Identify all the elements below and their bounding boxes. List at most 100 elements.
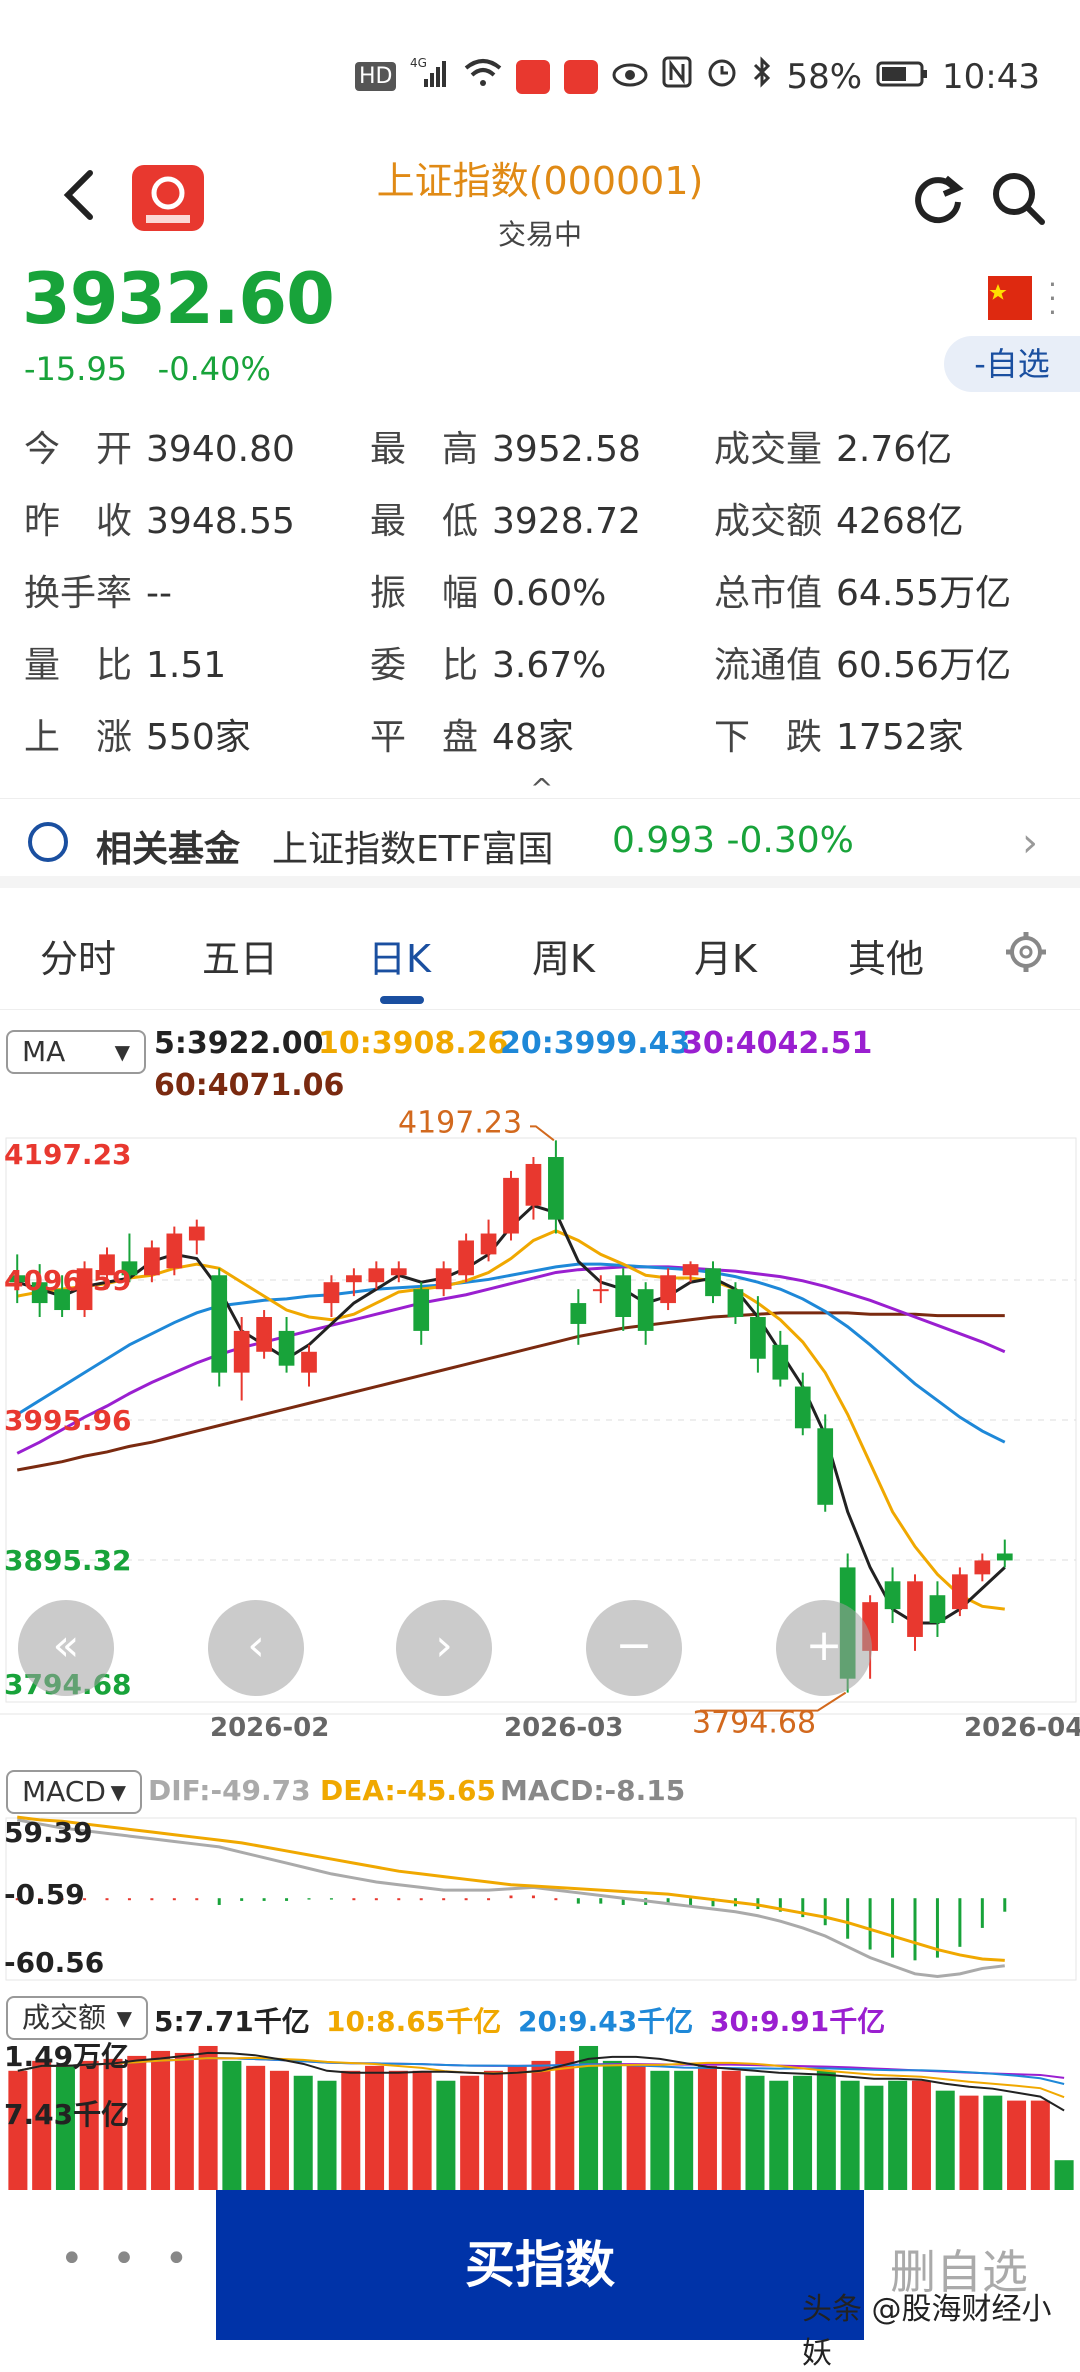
y-tick-label: 3895.32 bbox=[4, 1544, 132, 1577]
volume-bar bbox=[151, 2050, 171, 2190]
candle-body bbox=[660, 1275, 676, 1304]
stat-item: 下 跌 1752家 bbox=[714, 708, 964, 760]
candle-body bbox=[166, 1233, 183, 1269]
status-bar: HD 4G 58% 10:43 bbox=[0, 0, 1080, 150]
macd-label: MACD:-8.15 bbox=[500, 1774, 686, 1807]
tab-five-day[interactable]: 五日 bbox=[202, 928, 278, 983]
volume-bar bbox=[650, 2070, 670, 2190]
alarm-icon bbox=[706, 56, 738, 97]
volume-bar bbox=[483, 2070, 503, 2190]
volume-bar bbox=[365, 2065, 385, 2190]
vol-ma5-label: 5:7.71千亿 bbox=[154, 2005, 310, 2038]
volume-bar bbox=[935, 2090, 955, 2190]
vol-ma30-label: 30:9.91千亿 bbox=[710, 2005, 886, 2038]
tab-monthly-k[interactable]: 月K bbox=[694, 928, 757, 983]
bluetooth-icon bbox=[752, 56, 772, 97]
volume-bar bbox=[388, 2070, 408, 2190]
volume-bar bbox=[246, 2065, 266, 2190]
volume-bar bbox=[174, 2052, 194, 2190]
stat-item: 平 盘 48家 bbox=[370, 708, 574, 760]
candle-body bbox=[144, 1247, 160, 1276]
stat-item: 上 涨 550家 bbox=[24, 708, 251, 760]
stat-label: 最 低 bbox=[370, 501, 479, 542]
stat-item: 委 比 3.67% bbox=[370, 636, 606, 688]
volume-bar bbox=[127, 2055, 147, 2190]
candle-body bbox=[211, 1275, 228, 1373]
dif-label: DIF:-49.73 bbox=[148, 1774, 311, 1807]
volume-bar bbox=[745, 2075, 765, 2190]
ma10-label: 10:3908.26 bbox=[318, 1026, 509, 1061]
candle-body bbox=[974, 1560, 991, 1575]
stat-item: 振 幅 0.60% bbox=[370, 564, 606, 616]
candlestick-chart[interactable]: 4197.23 4096.59 3995.96 3895.32 3794.68 2026-… bbox=[0, 1100, 1080, 1740]
tab-daily-k[interactable]: 日K bbox=[368, 928, 431, 983]
tab-intraday[interactable]: 分时 bbox=[40, 928, 116, 983]
candle-body bbox=[705, 1268, 721, 1297]
volume-bar bbox=[269, 2070, 289, 2190]
volume-bar bbox=[507, 2065, 527, 2190]
gear-icon[interactable] bbox=[1004, 930, 1048, 974]
net-type-label: 4G bbox=[410, 56, 427, 70]
candle-body bbox=[772, 1344, 789, 1380]
dropdown-arrow-icon: ▼ bbox=[116, 2006, 132, 2030]
chevron-right-icon[interactable]: › bbox=[1022, 820, 1038, 866]
tab-other[interactable]: 其他 bbox=[848, 928, 924, 983]
vol-ma10-label: 10:8.65千亿 bbox=[326, 2005, 502, 2038]
x-tick-label: 2026-03 bbox=[504, 1713, 623, 1740]
tab-weekly-k[interactable]: 周K bbox=[532, 928, 595, 983]
stat-value: 550家 bbox=[146, 717, 251, 758]
x-tick-label: 2026-04 bbox=[964, 1713, 1080, 1740]
ma30-label: 30:4042.51 bbox=[682, 1026, 873, 1061]
wifi-icon bbox=[464, 57, 502, 97]
volume-bar bbox=[1054, 2160, 1074, 2190]
macd-indicator-select[interactable]: MACD ▼ bbox=[6, 1770, 142, 1814]
y-tick-label: 4096.59 bbox=[4, 1264, 132, 1297]
volume-bar bbox=[888, 2080, 908, 2190]
ma-indicator-select[interactable]: MA ▼ bbox=[6, 1030, 146, 1074]
clock: 10:43 bbox=[942, 56, 1040, 97]
more-options-button[interactable]: • • • bbox=[60, 2236, 196, 2282]
volume-bar bbox=[222, 2060, 242, 2190]
y-tick-label: 59.39 bbox=[4, 1816, 93, 1849]
refresh-icon[interactable] bbox=[910, 170, 966, 226]
volume-bar bbox=[436, 2080, 456, 2190]
zoom-in-button[interactable]: + bbox=[776, 1600, 872, 1696]
stat-item: 成交量 2.76亿 bbox=[714, 420, 952, 472]
fund-value: 0.993 -0.30% bbox=[612, 820, 854, 861]
y-tick-label: 3995.96 bbox=[4, 1404, 132, 1437]
scroll-right-button[interactable]: › bbox=[396, 1600, 492, 1696]
fund-icon bbox=[28, 822, 68, 862]
volume-bar bbox=[697, 2065, 717, 2190]
remove-watchlist-button[interactable]: -自选 bbox=[944, 336, 1080, 392]
volume-chart[interactable]: 1.49万亿 7.43千亿 bbox=[0, 2040, 1080, 2190]
change-value: -15.95 bbox=[24, 350, 128, 388]
buy-index-button[interactable]: 买指数 bbox=[216, 2190, 864, 2340]
battery-icon bbox=[876, 57, 928, 97]
stat-value: 64.55万亿 bbox=[836, 573, 1012, 614]
candle-body bbox=[727, 1289, 744, 1317]
macd-chart[interactable]: 59.39 -0.59 -60.56 bbox=[0, 1814, 1080, 1984]
zoom-out-button[interactable]: − bbox=[586, 1600, 682, 1696]
volume-bar bbox=[317, 2080, 337, 2190]
max-annotation: 4197.23 bbox=[398, 1105, 522, 1140]
price-change: -15.95 -0.40% bbox=[24, 350, 271, 388]
dropdown-arrow-icon: ▼ bbox=[114, 1040, 130, 1064]
stat-label: 成交额 bbox=[714, 501, 823, 542]
candle-body bbox=[548, 1157, 564, 1220]
candle-body bbox=[817, 1428, 834, 1505]
scroll-far-left-button[interactable]: « bbox=[18, 1600, 114, 1696]
candle-body bbox=[323, 1282, 340, 1304]
stat-label: 成交量 bbox=[714, 429, 823, 470]
stat-value: 3928.72 bbox=[492, 501, 641, 542]
volume-indicator-select[interactable]: 成交额 ▼ bbox=[6, 1996, 148, 2040]
candle-body bbox=[996, 1553, 1013, 1561]
scroll-left-button[interactable]: ‹ bbox=[208, 1600, 304, 1696]
volume-bar bbox=[769, 2080, 789, 2190]
candle-body bbox=[346, 1275, 362, 1283]
stat-label: 下 跌 bbox=[714, 717, 823, 758]
more-icon[interactable]: · · · bbox=[1048, 271, 1057, 327]
stat-item: 昨 收 3948.55 bbox=[24, 492, 295, 544]
search-icon[interactable] bbox=[990, 170, 1046, 226]
stat-value: 60.56万亿 bbox=[836, 645, 1012, 686]
dropdown-arrow-icon: ▼ bbox=[110, 1780, 126, 1804]
